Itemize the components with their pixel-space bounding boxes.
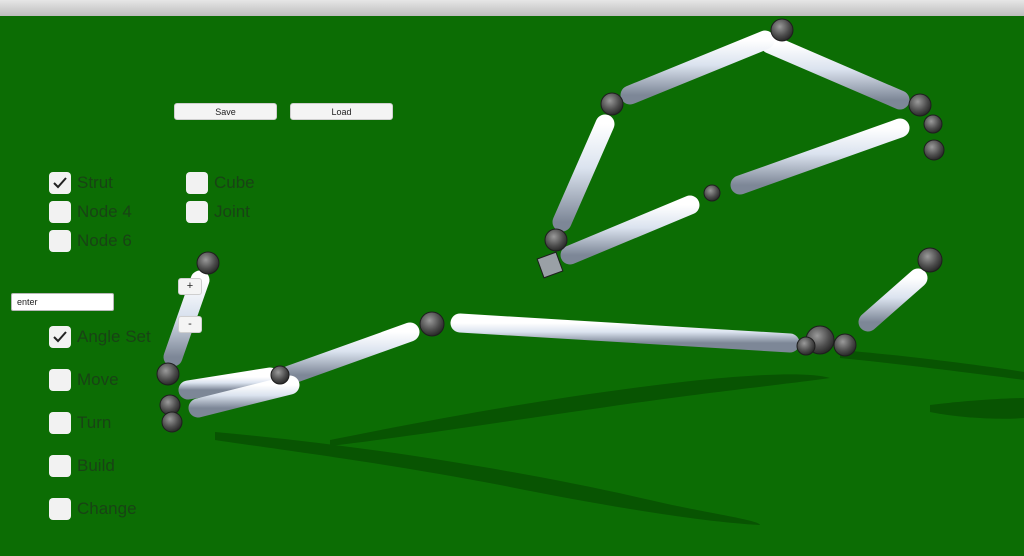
- model-viewport[interactable]: [0, 16, 1024, 556]
- strut-toggle[interactable]: Strut: [49, 172, 113, 194]
- cube-label: Cube: [214, 173, 255, 192]
- build-toggle[interactable]: Build: [49, 455, 115, 477]
- node4-toggle[interactable]: Node 4: [49, 201, 132, 223]
- angle-set-label: Angle Set: [77, 327, 151, 346]
- joint: [923, 114, 943, 134]
- change-label: Change: [77, 499, 137, 518]
- turn-checkbox[interactable]: [49, 412, 71, 434]
- joint-checkbox[interactable]: [186, 201, 208, 223]
- angle-input[interactable]: [11, 293, 114, 311]
- joint: [544, 228, 568, 252]
- joint: [600, 92, 624, 116]
- checkmark-icon: [53, 331, 67, 343]
- angle-set-toggle[interactable]: Angle Set: [49, 326, 151, 348]
- joint-label: Joint: [214, 202, 250, 221]
- node6-checkbox[interactable]: [49, 230, 71, 252]
- node6-toggle[interactable]: Node 6: [49, 230, 132, 252]
- load-button[interactable]: Load: [290, 103, 393, 120]
- node4-label: Node 4: [77, 202, 132, 221]
- joint: [196, 251, 220, 275]
- change-checkbox[interactable]: [49, 498, 71, 520]
- joint: [917, 247, 943, 273]
- joint: [908, 93, 932, 117]
- node6-label: Node 6: [77, 231, 132, 250]
- build-label: Build: [77, 456, 115, 475]
- increment-button[interactable]: +: [178, 278, 202, 295]
- angle-set-checkbox[interactable]: [49, 326, 71, 348]
- joint: [419, 311, 445, 337]
- turn-toggle[interactable]: Turn: [49, 412, 111, 434]
- cube-toggle[interactable]: Cube: [186, 172, 255, 194]
- node4-checkbox[interactable]: [49, 201, 71, 223]
- change-toggle[interactable]: Change: [49, 498, 137, 520]
- move-checkbox[interactable]: [49, 369, 71, 391]
- joint: [161, 411, 183, 433]
- joint: [703, 184, 721, 202]
- joint: [923, 139, 945, 161]
- decrement-button[interactable]: -: [178, 316, 202, 333]
- strut-checkbox[interactable]: [49, 172, 71, 194]
- window-title-bar: [0, 0, 1024, 17]
- checkmark-icon: [53, 177, 67, 189]
- strut-label: Strut: [77, 173, 113, 192]
- turn-label: Turn: [77, 413, 112, 432]
- move-toggle[interactable]: Move: [49, 369, 119, 391]
- joint: [833, 333, 857, 357]
- build-checkbox[interactable]: [49, 455, 71, 477]
- joint: [770, 18, 794, 42]
- joint-toggle[interactable]: Joint: [186, 201, 250, 223]
- save-button[interactable]: Save: [174, 103, 277, 120]
- joint: [796, 336, 816, 356]
- joint: [270, 365, 290, 385]
- joint: [156, 362, 180, 386]
- cube-checkbox[interactable]: [186, 172, 208, 194]
- move-label: Move: [77, 370, 119, 389]
